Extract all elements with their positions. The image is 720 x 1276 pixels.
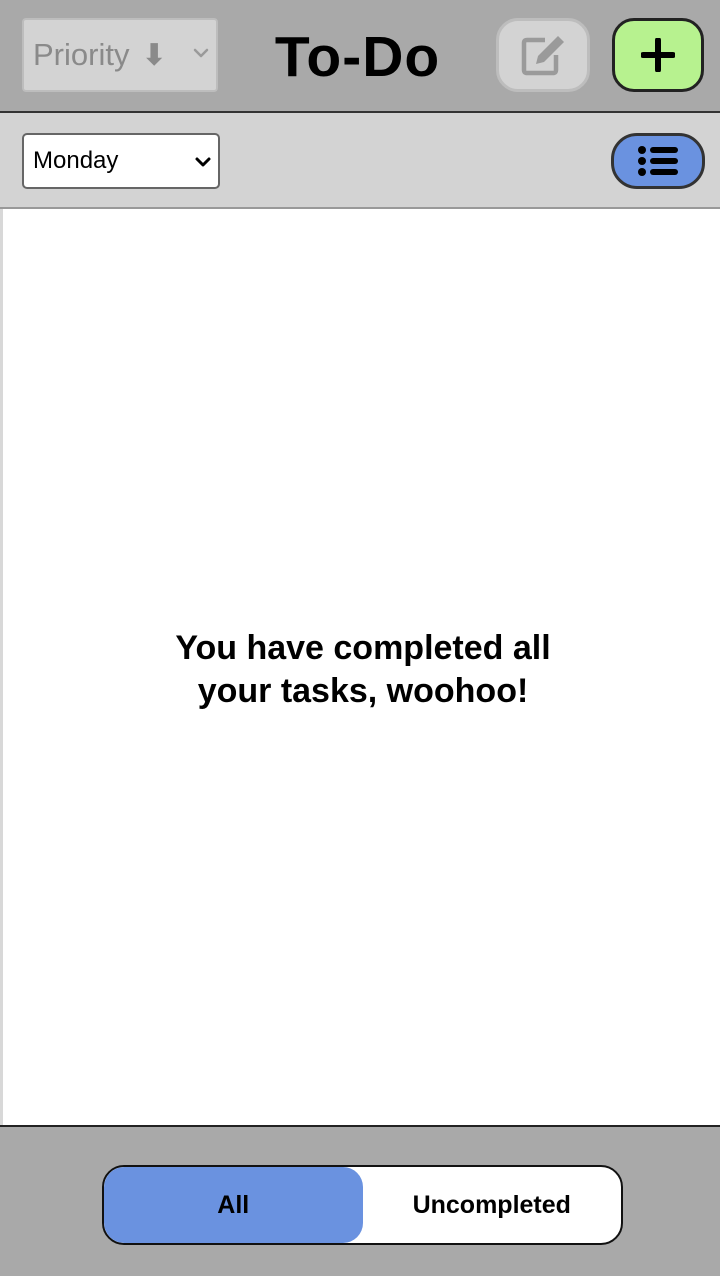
filter-toolbar: Monday: [0, 113, 720, 209]
task-list-area: You have completed all your tasks, wooho…: [0, 209, 720, 1125]
list-view-button[interactable]: [611, 133, 705, 189]
list-icon: [638, 146, 678, 176]
plus-icon: [641, 38, 675, 72]
edit-icon: [521, 36, 564, 76]
empty-state-line-2: your tasks, woohoo!: [197, 672, 529, 710]
chevron-down-icon: [193, 48, 209, 58]
task-filter-segmented-control: All Uncompleted: [102, 1165, 623, 1245]
sort-priority-select[interactable]: Priority ⬇: [22, 18, 218, 92]
empty-state-line-1: You have completed all: [175, 629, 551, 667]
top-bar: Priority ⬇ To-Do: [0, 0, 720, 113]
filter-uncompleted-button[interactable]: Uncompleted: [363, 1167, 622, 1243]
chevron-down-icon: [195, 157, 211, 167]
sort-select-label: Priority: [33, 37, 130, 72]
arrow-down-icon: ⬇: [141, 38, 167, 72]
day-select[interactable]: Monday: [22, 133, 220, 189]
add-task-button[interactable]: [612, 18, 704, 92]
day-select-value: Monday: [33, 147, 119, 174]
page-title: To-Do: [274, 25, 441, 89]
edit-button[interactable]: [496, 18, 590, 92]
empty-state-message: You have completed all your tasks, wooho…: [3, 627, 720, 713]
filter-all-button[interactable]: All: [104, 1167, 363, 1243]
bottom-bar: All Uncompleted: [0, 1125, 720, 1276]
